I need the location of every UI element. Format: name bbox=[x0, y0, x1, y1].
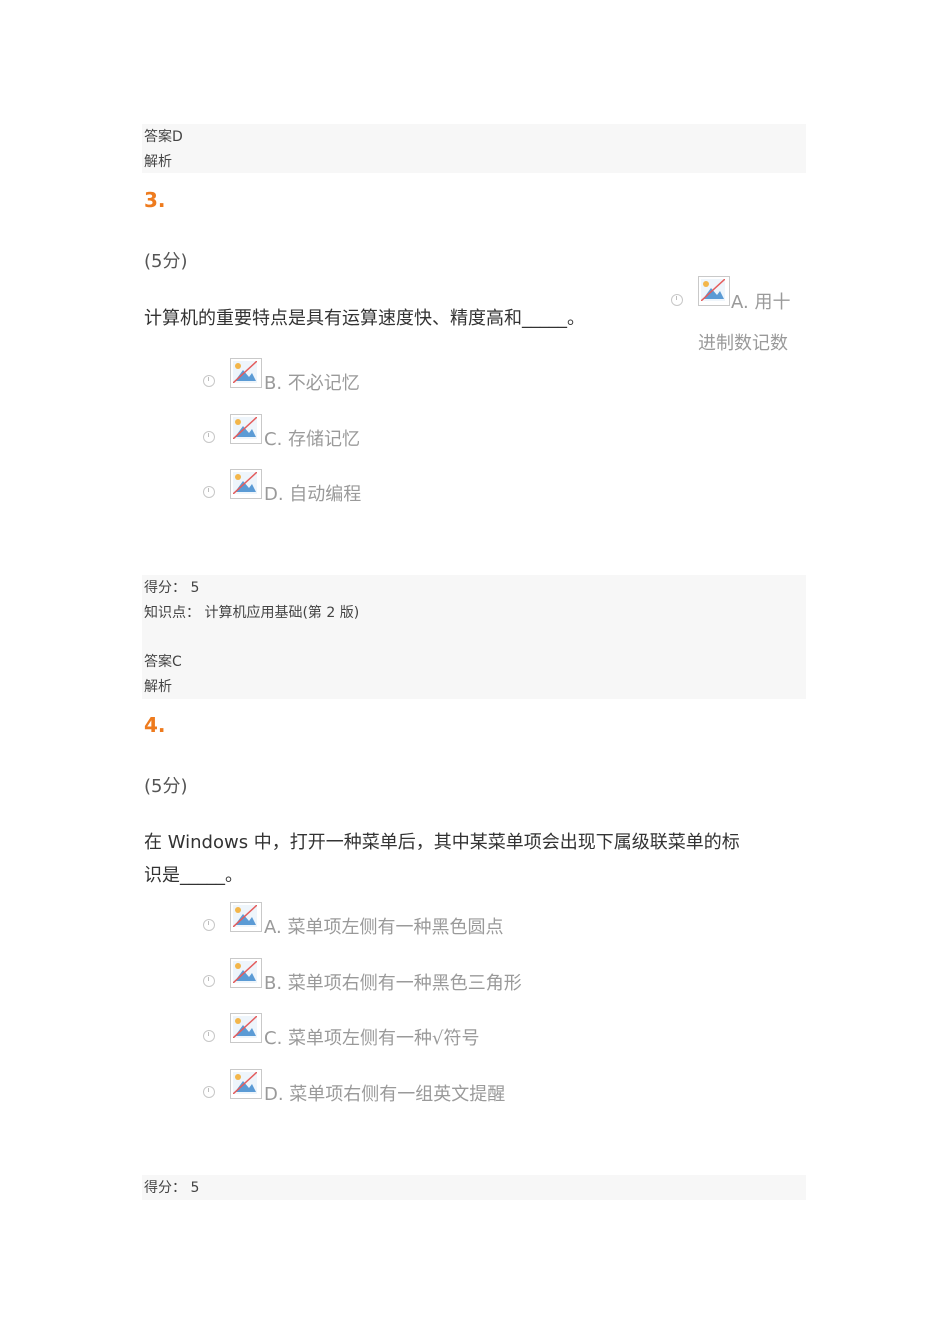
q4-question-line2: 识是_____。 bbox=[144, 865, 243, 886]
q3-number: 3. bbox=[144, 188, 166, 212]
q4-score: 得分： 5 bbox=[144, 1180, 200, 1196]
radio-button-icon[interactable] bbox=[203, 431, 215, 443]
q4-score-panel bbox=[142, 1175, 806, 1200]
q3-option-d-label: D. 自动编程 bbox=[264, 484, 362, 505]
q3-option-c[interactable]: C. 存储记忆 bbox=[203, 414, 403, 450]
broken-image-icon bbox=[230, 358, 262, 388]
radio-button-icon[interactable] bbox=[671, 294, 683, 306]
broken-image-icon bbox=[230, 902, 262, 932]
q3-answer: 答案C bbox=[144, 654, 182, 670]
q3-analysis: 解析 bbox=[144, 679, 172, 695]
q2-analysis: 解析 bbox=[144, 154, 172, 170]
broken-image-icon bbox=[230, 469, 262, 499]
q4-number: 4. bbox=[144, 713, 166, 737]
broken-image-icon bbox=[230, 1069, 262, 1099]
broken-image-icon bbox=[230, 1013, 262, 1043]
broken-image-icon bbox=[230, 414, 262, 444]
q2-answer-panel bbox=[142, 124, 806, 173]
q2-answer: 答案D bbox=[144, 129, 183, 145]
q3-option-d[interactable]: D. 自动编程 bbox=[203, 469, 403, 505]
q4-option-a[interactable]: A. 菜单项左侧有一种黑色圆点 bbox=[203, 902, 533, 938]
radio-button-icon[interactable] bbox=[203, 375, 215, 387]
broken-image-icon bbox=[698, 276, 730, 306]
q3-option-c-label: C. 存储记忆 bbox=[264, 429, 361, 450]
q3-option-b[interactable]: B. 不必记忆 bbox=[203, 358, 403, 394]
q4-option-c[interactable]: C. 菜单项左侧有一种√符号 bbox=[203, 1013, 533, 1049]
radio-button-icon[interactable] bbox=[203, 1030, 215, 1042]
q3-option-a-line2: 进制数记数 bbox=[698, 333, 788, 354]
q4-points: (5分) bbox=[144, 776, 188, 797]
q3-option-a[interactable]: A. 用十 进制数记数 bbox=[671, 276, 801, 356]
q3-option-b-label: B. 不必记忆 bbox=[264, 373, 360, 394]
broken-image-icon bbox=[230, 958, 262, 988]
radio-button-icon[interactable] bbox=[203, 919, 215, 931]
q4-option-c-label: C. 菜单项左侧有一种√符号 bbox=[264, 1028, 480, 1049]
q4-option-b-label: B. 菜单项右侧有一种黑色三角形 bbox=[264, 973, 522, 994]
q4-option-b[interactable]: B. 菜单项右侧有一种黑色三角形 bbox=[203, 958, 533, 994]
q4-option-d[interactable]: D. 菜单项右侧有一组英文提醒 bbox=[203, 1069, 533, 1105]
q4-option-a-label: A. 菜单项左侧有一种黑色圆点 bbox=[264, 917, 504, 938]
radio-button-icon[interactable] bbox=[203, 486, 215, 498]
q3-knowledge: 知识点： 计算机应用基础(第 2 版) bbox=[144, 605, 360, 621]
q3-question: 计算机的重要特点是具有运算速度快、精度高和_____。 bbox=[144, 308, 585, 329]
q3-score: 得分： 5 bbox=[144, 580, 200, 596]
radio-button-icon[interactable] bbox=[203, 1086, 215, 1098]
q4-question-line1: 在 Windows 中，打开一种菜单后，其中某菜单项会出现下属级联菜单的标 bbox=[144, 832, 740, 853]
q3-score-panel bbox=[142, 575, 806, 699]
radio-button-icon[interactable] bbox=[203, 975, 215, 987]
q3-option-a-line1: A. 用十 bbox=[731, 292, 791, 313]
q4-option-d-label: D. 菜单项右侧有一组英文提醒 bbox=[264, 1084, 506, 1105]
q3-points: (5分) bbox=[144, 251, 188, 272]
